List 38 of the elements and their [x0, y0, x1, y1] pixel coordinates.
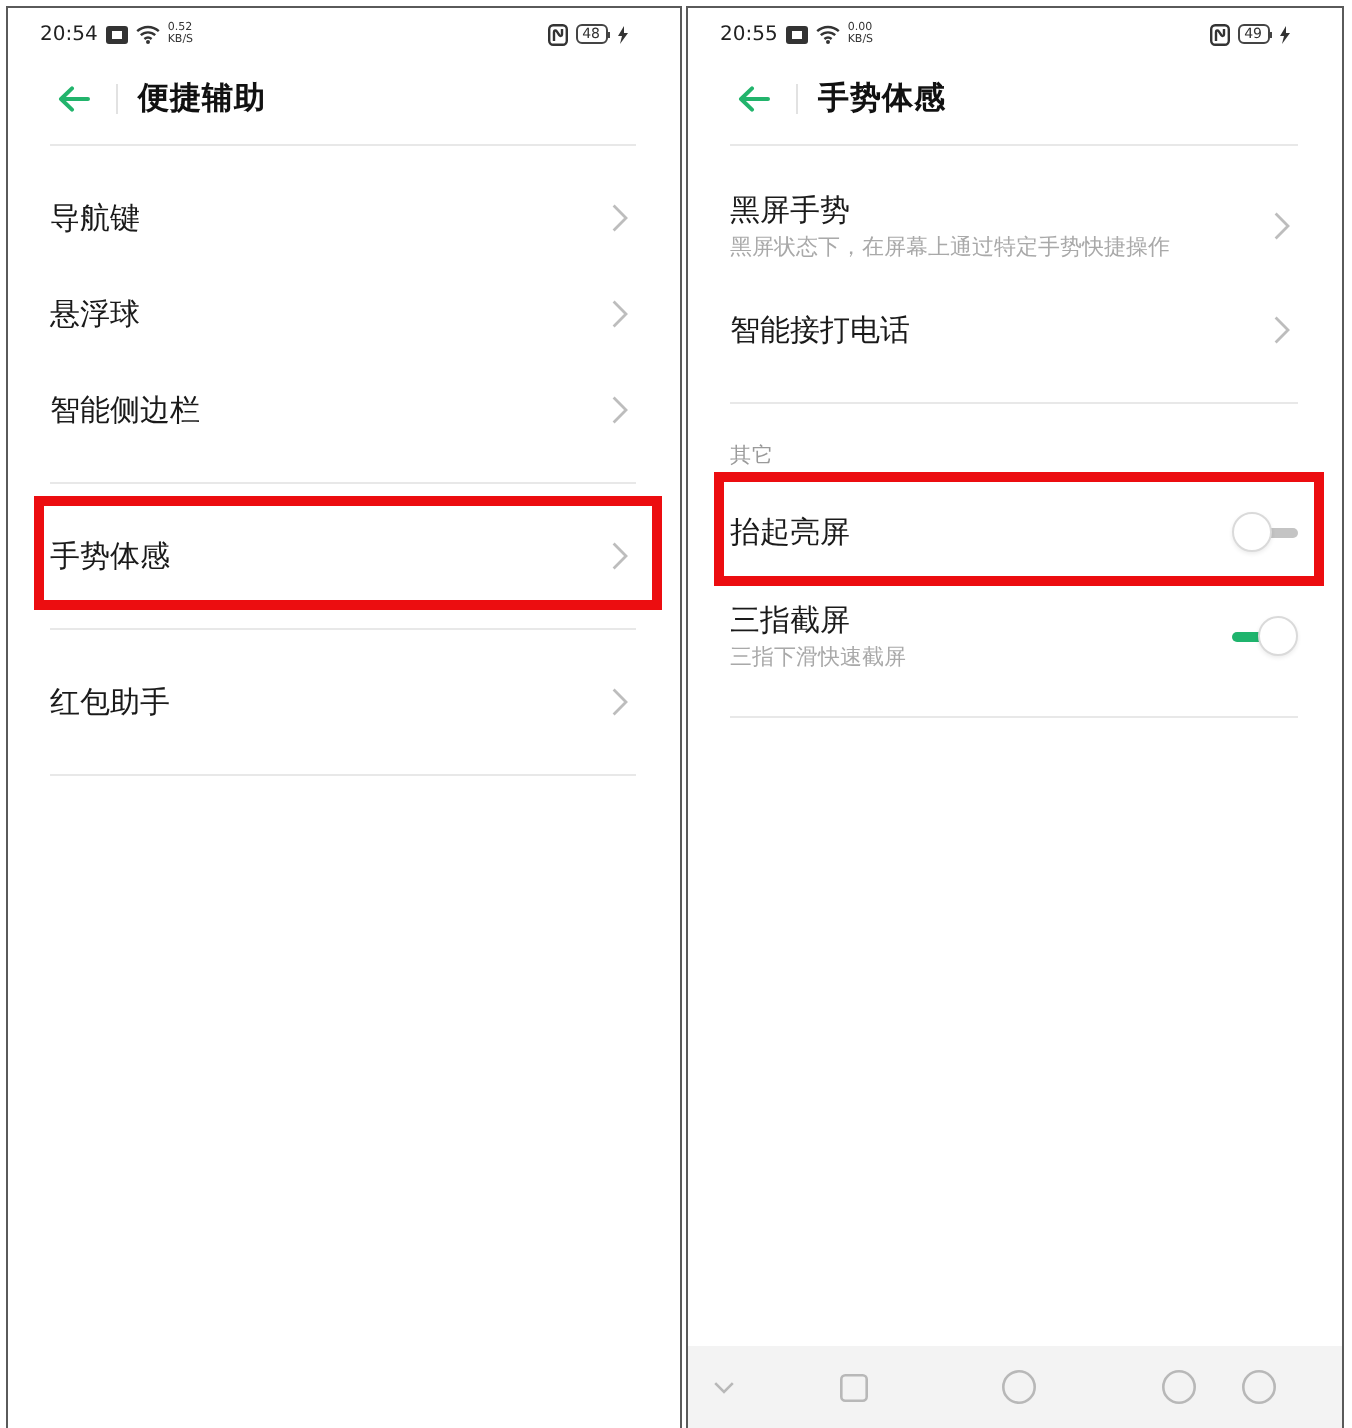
- back-arrow-icon[interactable]: [58, 85, 90, 111]
- chevron-right-icon: [612, 688, 628, 716]
- chevron-down-icon[interactable]: [714, 1381, 734, 1393]
- setting-label[interactable]: 三指截屏: [730, 600, 850, 640]
- status-time: 20:54: [40, 23, 98, 45]
- square-icon[interactable]: [840, 1373, 868, 1401]
- setting-label[interactable]: 黑屏手势: [730, 190, 850, 230]
- screen-title: 手势体感: [818, 77, 946, 119]
- screen-title: 便捷辅助: [138, 77, 266, 119]
- circle-icon[interactable]: [1162, 1370, 1196, 1404]
- setting-description: 三指下滑快速截屏: [730, 644, 906, 672]
- wifi-icon: [815, 24, 840, 44]
- nfc-icon: [547, 23, 568, 45]
- picture-icon: [785, 25, 808, 43]
- setting-label[interactable]: 抬起亮屏: [730, 512, 850, 552]
- toggle-switch[interactable]: [1232, 616, 1298, 656]
- wifi-icon: [135, 24, 160, 44]
- section-header: 其它: [730, 442, 774, 470]
- nfc-icon: [1209, 23, 1230, 45]
- status-time: 20:55: [720, 23, 778, 45]
- chevron-right-icon: [612, 300, 628, 328]
- toggle-switch[interactable]: [1232, 512, 1298, 552]
- circle-icon[interactable]: [1242, 1370, 1276, 1404]
- chevron-right-icon: [1274, 316, 1290, 344]
- setting-label[interactable]: 智能侧边栏: [50, 390, 200, 430]
- chevron-right-icon: [612, 204, 628, 232]
- setting-label[interactable]: 手势体感: [50, 536, 170, 576]
- setting-label[interactable]: 红包助手: [50, 682, 170, 722]
- chevron-right-icon: [1274, 212, 1290, 240]
- setting-label[interactable]: 悬浮球: [50, 294, 140, 334]
- setting-description: 黑屏状态下，在屏幕上通过特定手势快捷操作: [730, 234, 1170, 262]
- chevron-right-icon: [612, 396, 628, 424]
- circle-icon[interactable]: [1002, 1370, 1036, 1404]
- setting-label[interactable]: 智能接打电话: [730, 310, 910, 350]
- setting-label[interactable]: 导航键: [50, 198, 140, 238]
- picture-icon: [105, 25, 128, 43]
- back-arrow-icon[interactable]: [738, 85, 770, 111]
- chevron-right-icon: [612, 542, 628, 570]
